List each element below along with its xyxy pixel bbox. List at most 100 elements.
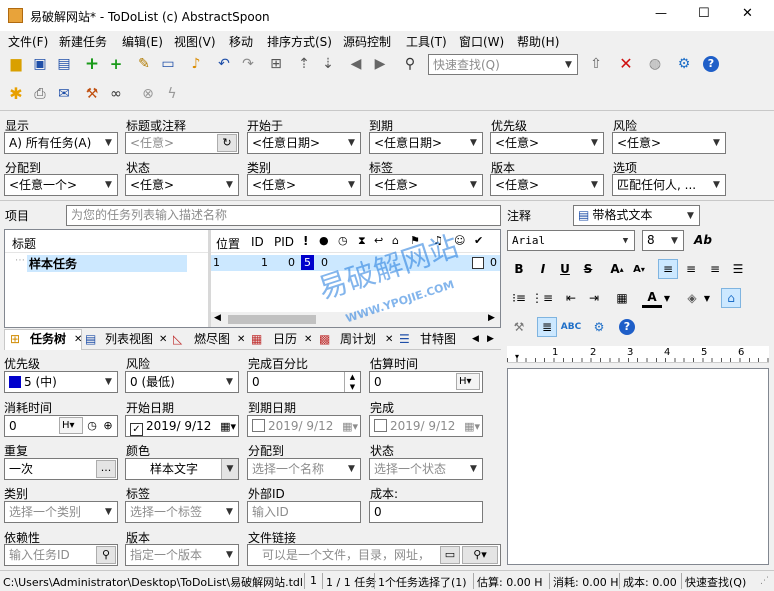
link-icon[interactable]: ∞ <box>105 83 127 105</box>
filelink-input[interactable]: 可以是一个文件，目录，网址， ▭ ⚲▾ <box>247 544 501 566</box>
grow-font-icon[interactable]: A ▴ <box>607 259 627 279</box>
fit-icon[interactable]: ⊞ <box>265 53 287 75</box>
maximize-button[interactable]: ☐ <box>698 6 710 21</box>
new-subtask-icon[interactable]: + <box>105 53 127 75</box>
version-combo[interactable]: 指定一个版本 ▼ <box>125 544 239 566</box>
filter-status-combo[interactable]: <任意> ▼ <box>125 174 239 196</box>
arrow-right-icon[interactable]: ▶ <box>369 53 391 75</box>
menu-edit[interactable]: 编辑(E) <box>122 33 163 50</box>
menu-move[interactable]: 移动 <box>229 33 253 50</box>
search-icon[interactable]: ⚲▾ <box>462 546 498 564</box>
tab-task-tree-label[interactable]: 任务树 <box>30 331 66 349</box>
estimate-input[interactable]: 0 H▾ <box>369 371 483 393</box>
hammer-icon[interactable]: ⚒ <box>81 83 103 105</box>
font-dialog-icon[interactable]: Ab <box>693 230 713 250</box>
new-task-icon[interactable]: + <box>81 53 103 75</box>
start-checkbox[interactable]: ✓ <box>130 423 143 436</box>
resize-grip-icon[interactable]: ⋰ <box>760 576 769 586</box>
percent-input[interactable]: 0 ▲ ▼ <box>247 371 361 393</box>
column-id[interactable]: ID <box>251 235 264 249</box>
lock-icon[interactable]: ◍ <box>644 53 666 75</box>
notes-format-combo[interactable]: ▤ 带格式文本 ▼ <box>573 205 700 226</box>
add-time-icon[interactable]: ⊕ <box>100 417 116 434</box>
minimize-button[interactable]: — <box>655 6 667 20</box>
undo-icon[interactable]: ↶ <box>213 53 235 75</box>
align-left-icon[interactable]: ≡ <box>658 259 678 279</box>
menu-help[interactable]: 帮助(H) <box>517 33 559 50</box>
tab-calendar-label[interactable]: 日历 <box>273 331 297 349</box>
tab-week-plan-label[interactable]: 周计划 <box>340 331 376 349</box>
column-priority-icon[interactable]: ! <box>303 234 308 248</box>
scroll-thumb[interactable] <box>228 315 316 324</box>
filter-start-combo[interactable]: <任意日期> ▼ <box>247 132 361 154</box>
delete-icon[interactable]: ✕ <box>615 53 637 75</box>
table-icon[interactable]: ▦ <box>612 288 632 308</box>
quick-find-combo[interactable]: 快速查找(Q) ▼ <box>428 54 578 75</box>
help-icon[interactable]: ? <box>700 53 722 75</box>
notes-gear-icon[interactable]: ⚙ <box>589 317 609 337</box>
underline-button[interactable]: U <box>555 259 575 279</box>
recur-input[interactable]: 一次... <box>4 458 118 480</box>
tags-combo[interactable]: 选择一个标签 ▼ <box>125 501 239 523</box>
calendar-icon[interactable]: ▦▾ <box>464 417 480 436</box>
color-combo[interactable]: 样本文字 ▼ <box>125 458 239 480</box>
email-icon[interactable]: ✉ <box>53 83 75 105</box>
open-folder-icon[interactable]: ▆ <box>5 53 27 75</box>
notes-editor[interactable] <box>507 368 769 565</box>
binoculars-icon[interactable]: ⚲ <box>399 53 421 75</box>
save-icon[interactable]: ▣ <box>29 53 51 75</box>
column-check-icon[interactable]: ✔ <box>474 234 483 247</box>
filter-assign-combo[interactable]: <任意一个> ▼ <box>4 174 118 196</box>
close-icon[interactable]: ✕ <box>304 331 312 349</box>
assign-combo[interactable]: 选择一个名称 ▼ <box>247 458 361 480</box>
column-pid[interactable]: PID <box>274 235 294 249</box>
search-icon[interactable]: ⚲ <box>96 546 116 564</box>
font-size-combo[interactable]: 8 ▼ <box>642 230 684 251</box>
italic-button[interactable]: I <box>533 259 553 279</box>
task-title-cell[interactable]: 样本任务 <box>27 255 188 272</box>
align-center-icon[interactable]: ≡ <box>681 259 701 279</box>
close-icon[interactable]: ✕ <box>237 331 245 349</box>
star-icon[interactable]: ✱ <box>5 83 27 105</box>
tab-list-view-label[interactable]: 列表视图 <box>105 331 153 349</box>
filter-tag-combo[interactable]: <任意> ▼ <box>369 174 483 196</box>
folder-icon[interactable]: ▭ <box>440 546 460 564</box>
column-title[interactable]: 标题 <box>12 235 36 252</box>
status-combo[interactable]: 选择一个状态 ▼ <box>369 458 483 480</box>
filter-version-combo[interactable]: <任意> ▼ <box>490 174 604 196</box>
category-combo[interactable]: 选择一个类别 ▼ <box>4 501 118 523</box>
format-painter-icon[interactable]: ⚒ <box>509 317 529 337</box>
notes-help-icon[interactable]: ? <box>617 317 637 337</box>
refresh-icon[interactable]: ↻ <box>217 134 237 152</box>
done-checkbox[interactable] <box>374 419 387 432</box>
menu-new-task[interactable]: 新建任务 <box>59 33 107 50</box>
edit-card-icon[interactable]: ▭ <box>157 53 179 75</box>
filter-category-combo[interactable]: <任意> ▼ <box>247 174 361 196</box>
filter-priority-combo[interactable]: <任意> ▼ <box>490 132 604 154</box>
redo-icon[interactable]: ↷ <box>237 53 259 75</box>
table-row[interactable]: ⋯ 样本任务 <box>5 255 208 272</box>
font-color-dropdown-icon[interactable]: ▼ <box>661 288 673 308</box>
close-icon[interactable]: ✕ <box>385 331 393 349</box>
close-icon[interactable]: ✕ <box>74 331 82 349</box>
column-risk-icon[interactable]: ● <box>319 234 329 247</box>
indent-icon[interactable]: ⇥ <box>584 288 604 308</box>
go-up-icon[interactable]: ⇧ <box>585 53 607 75</box>
word-wrap-icon[interactable]: ≣ <box>537 317 557 337</box>
move-down-icon[interactable]: ⇣ <box>317 53 339 75</box>
highlight-icon[interactable]: ◈ <box>682 288 702 308</box>
scroll-left-icon[interactable]: ◀ <box>214 313 221 323</box>
filter-show-combo[interactable]: A) 所有任务(A) ▼ <box>4 132 118 154</box>
save-all-icon[interactable]: ▤ <box>53 53 75 75</box>
due-date-picker[interactable]: 2019/ 9/12 ▦▾ <box>247 415 361 437</box>
due-checkbox[interactable] <box>252 419 265 432</box>
tab-burndown-label[interactable]: 燃尽图 <box>194 331 230 349</box>
estimate-unit-combo[interactable]: H▾ <box>456 373 480 390</box>
bell-icon[interactable]: ♪ <box>185 53 207 75</box>
bullet-list-icon[interactable]: ⁝≡ <box>509 288 529 308</box>
start-date-picker[interactable]: ✓ 2019/ 9/12 ▦▾ <box>125 415 239 437</box>
tab-scroll-right-icon[interactable]: ▶ <box>487 331 494 349</box>
gear-icon[interactable]: ⚙ <box>673 53 695 75</box>
scroll-right-icon[interactable]: ▶ <box>488 313 495 323</box>
filter-options-combo[interactable]: 匹配任何人, ... ▼ <box>612 174 726 196</box>
